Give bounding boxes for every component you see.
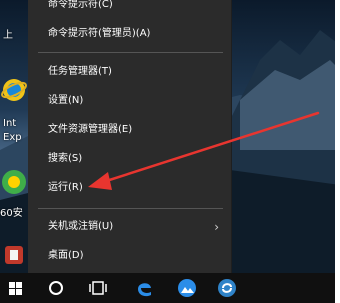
screenshot-frame: 上 Int Exp 60安 命令提示符(C) 命令提示符(管理员)(A) 任务管… — [0, 0, 340, 303]
task-view-button[interactable] — [86, 273, 110, 303]
start-button[interactable] — [4, 273, 28, 303]
360-browser-icon — [218, 279, 236, 297]
cortana-button[interactable] — [44, 273, 68, 303]
edge-browser-icon — [138, 283, 151, 297]
task-view-icon — [89, 281, 107, 295]
photo-viewer-icon — [178, 279, 196, 297]
windows-start-icon — [9, 282, 22, 295]
cortana-circle-icon — [49, 281, 63, 295]
image-border — [335, 0, 340, 303]
photos-taskbar-button[interactable] — [174, 273, 200, 303]
browser-360-taskbar-button[interactable] — [214, 273, 240, 303]
taskbar — [0, 273, 340, 303]
red-annotation-arrow — [88, 111, 320, 190]
edge-taskbar-button[interactable] — [132, 273, 156, 303]
